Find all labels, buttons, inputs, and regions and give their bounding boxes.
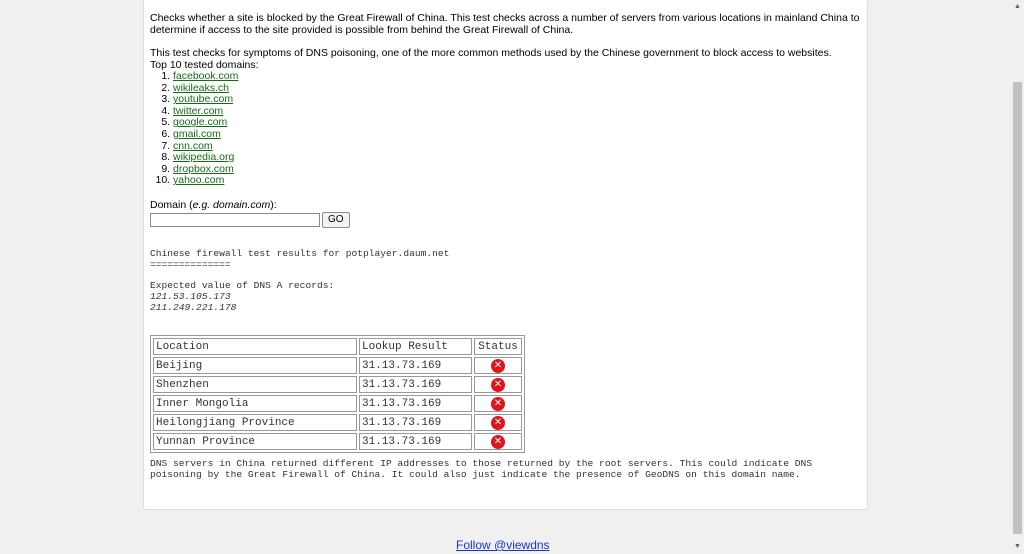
results-table: Location Lookup Result Status Beijing 31.… (150, 335, 525, 453)
domain-link[interactable]: wikileaks.ch (173, 82, 229, 94)
status-cell: ✕ (474, 357, 522, 374)
scrollbar-thumb[interactable] (1013, 82, 1022, 534)
table-row: Beijing 31.13.73.169 ✕ (153, 357, 522, 374)
scroll-up-arrow-icon[interactable]: ▲ (1011, 0, 1024, 14)
lookup-result-cell: 31.13.73.169 (359, 357, 472, 374)
expected-ip: 211.249.221.178 (150, 301, 237, 313)
domain-link[interactable]: youtube.com (173, 93, 233, 105)
error-x-icon: ✕ (491, 396, 505, 411)
lookup-result-cell: 31.13.73.169 (359, 376, 472, 393)
vertical-scrollbar[interactable]: ▲ ▼ (1011, 0, 1024, 554)
results-heading-block: Chinese firewall test results for potpla… (150, 248, 449, 271)
location-cell: Shenzhen (153, 376, 357, 393)
column-header-status: Status (474, 338, 522, 355)
list-item: google.com (173, 117, 862, 129)
top-domains-label: Top 10 tested domains: (150, 58, 259, 71)
domain-input[interactable] (150, 213, 320, 228)
column-header-lookup-result: Lookup Result (359, 338, 472, 355)
scroll-down-arrow-icon[interactable]: ▼ (1011, 540, 1024, 554)
error-x-icon: ✕ (491, 377, 505, 392)
lookup-result-cell: 31.13.73.169 (359, 433, 472, 450)
error-x-icon: ✕ (491, 358, 505, 373)
go-button[interactable]: GO (322, 212, 350, 229)
column-header-location: Location (153, 338, 357, 355)
table-row: Shenzhen 31.13.73.169 ✕ (153, 376, 522, 393)
lookup-result-cell: 31.13.73.169 (359, 395, 472, 412)
error-x-icon: ✕ (491, 415, 505, 430)
location-cell: Heilongjiang Province (153, 414, 357, 431)
results-heading-underline: ============== (150, 258, 231, 270)
location-cell: Inner Mongolia (153, 395, 357, 412)
status-cell: ✕ (474, 395, 522, 412)
location-cell: Beijing (153, 357, 357, 374)
domain-form: GO (150, 212, 862, 229)
status-cell: ✕ (474, 376, 522, 393)
list-item: facebook.com (173, 70, 862, 83)
expected-ip: 121.53.105.173 (150, 290, 231, 302)
results-note: DNS servers in China returned different … (150, 458, 813, 480)
follow-viewdns-link[interactable]: Follow @viewdns (456, 538, 550, 552)
lookup-result-cell: 31.13.73.169 (359, 414, 472, 431)
table-header-row: Location Lookup Result Status (153, 338, 522, 355)
domain-link[interactable]: google.com (173, 116, 227, 129)
list-item: yahoo.com (173, 175, 862, 187)
error-x-icon: ✕ (491, 434, 505, 449)
list-item: twitter.com (173, 105, 862, 118)
top-domains-list: facebook.comwikileaks.chyoutube.comtwitt… (150, 70, 862, 187)
domain-link[interactable]: facebook.com (173, 70, 238, 82)
intro-section: Checks whether a site is blocked by the … (150, 12, 862, 229)
list-item: cnn.com (173, 140, 862, 153)
table-row: Heilongjiang Province 31.13.73.169 ✕ (153, 414, 522, 431)
list-item: dropbox.com (173, 163, 862, 176)
expected-records: Expected value of DNS A records: 121.53.… (150, 280, 334, 313)
list-item: wikileaks.ch (173, 82, 862, 95)
dns-poisoning-paragraph: This test checks for symptoms of DNS poi… (150, 47, 832, 59)
list-item: gmail.com (173, 128, 862, 141)
list-item: wikipedia.org (173, 151, 862, 164)
domain-link[interactable]: cnn.com (173, 140, 213, 152)
status-cell: ✕ (474, 414, 522, 431)
intro-paragraph: Checks whether a site is blocked by the … (150, 12, 860, 36)
main-card: Checks whether a site is blocked by the … (143, 0, 868, 510)
domain-link[interactable]: gmail.com (173, 128, 221, 140)
domain-link[interactable]: dropbox.com (173, 163, 234, 175)
table-row: Inner Mongolia 31.13.73.169 ✕ (153, 395, 522, 412)
domain-link[interactable]: yahoo.com (173, 174, 224, 187)
list-item: youtube.com (173, 93, 862, 106)
domain-link[interactable]: twitter.com (173, 105, 223, 117)
status-cell: ✕ (474, 433, 522, 450)
table-row: Yunnan Province 31.13.73.169 ✕ (153, 433, 522, 450)
domain-link[interactable]: wikipedia.org (173, 151, 234, 163)
domain-field-label: Domain (e.g. domain.com): (150, 198, 277, 211)
location-cell: Yunnan Province (153, 433, 357, 450)
